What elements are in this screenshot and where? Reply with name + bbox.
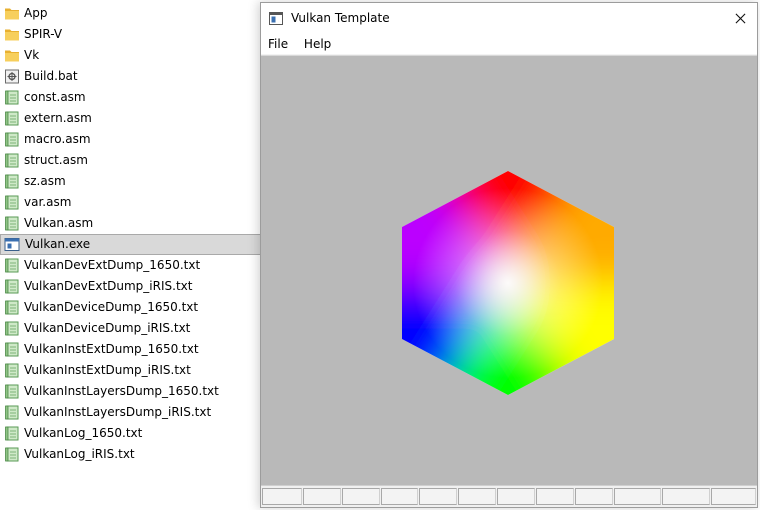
status-cell: [574, 488, 613, 505]
text-file-icon: [4, 426, 20, 441]
status-cell: [662, 488, 711, 505]
file-item[interactable]: Vk: [0, 45, 262, 66]
file-item[interactable]: sz.asm: [0, 171, 262, 192]
menu-bar: File Help: [261, 34, 757, 54]
status-cell: [262, 488, 302, 505]
status-cell: [302, 488, 341, 505]
menu-help[interactable]: Help: [298, 34, 337, 54]
text-file-icon: [4, 216, 20, 231]
status-cell: [380, 488, 419, 505]
title-bar[interactable]: Vulkan Template: [261, 3, 757, 34]
file-item[interactable]: const.asm: [0, 87, 262, 108]
status-cell: [341, 488, 380, 505]
window-title: Vulkan Template: [291, 11, 390, 25]
text-file-icon: [4, 384, 20, 399]
text-file-icon: [4, 342, 20, 357]
file-item[interactable]: VulkanDevExtDump_iRIS.txt: [0, 276, 262, 297]
file-name: const.asm: [24, 90, 86, 104]
file-item[interactable]: VulkanDeviceDump_1650.txt: [0, 297, 262, 318]
render-viewport[interactable]: [261, 55, 757, 486]
vulkan-template-window: Vulkan Template File Help: [260, 2, 758, 508]
status-cell: [711, 488, 756, 505]
file-item[interactable]: SPIR-V: [0, 24, 262, 45]
menu-file[interactable]: File: [261, 34, 294, 54]
text-file-icon: [4, 153, 20, 168]
file-name: App: [24, 6, 48, 20]
app-window-icon: [269, 12, 283, 25]
text-file-icon: [4, 174, 20, 189]
file-item[interactable]: extern.asm: [0, 108, 262, 129]
file-name: var.asm: [24, 195, 72, 209]
exe-file-icon: [4, 237, 20, 252]
file-name: SPIR-V: [24, 27, 63, 41]
folder-icon: [4, 27, 20, 42]
file-name: macro.asm: [24, 132, 91, 146]
text-file-icon: [4, 279, 20, 294]
folder-icon: [4, 48, 20, 63]
close-button[interactable]: [723, 3, 757, 34]
file-item[interactable]: VulkanDeviceDump_iRIS.txt: [0, 318, 262, 339]
file-item[interactable]: VulkanLog_1650.txt: [0, 423, 262, 444]
file-item[interactable]: VulkanLog_iRIS.txt: [0, 444, 262, 465]
file-item[interactable]: App: [0, 3, 262, 24]
file-item[interactable]: Vulkan.exe: [0, 234, 262, 255]
file-name: VulkanDevExtDump_iRIS.txt: [24, 279, 193, 293]
file-item[interactable]: VulkanInstExtDump_iRIS.txt: [0, 360, 262, 381]
file-item[interactable]: Vulkan.asm: [0, 213, 262, 234]
file-name: VulkanLog_1650.txt: [24, 426, 143, 440]
file-name: VulkanDeviceDump_iRIS.txt: [24, 321, 191, 335]
text-file-icon: [4, 300, 20, 315]
file-name: Vk: [24, 48, 40, 62]
status-cell: [419, 488, 458, 505]
file-item[interactable]: VulkanInstExtDump_1650.txt: [0, 339, 262, 360]
file-name: VulkanInstExtDump_iRIS.txt: [24, 363, 191, 377]
file-name: extern.asm: [24, 111, 92, 125]
text-file-icon: [4, 321, 20, 336]
text-file-icon: [4, 258, 20, 273]
file-name: VulkanInstExtDump_1650.txt: [24, 342, 199, 356]
rgb-color-hexagon: [402, 171, 614, 395]
text-file-icon: [4, 447, 20, 462]
file-item[interactable]: Build.bat: [0, 66, 262, 87]
text-file-icon: [4, 132, 20, 147]
file-name: VulkanDevExtDump_1650.txt: [24, 258, 201, 272]
folder-icon: [4, 6, 20, 21]
file-name: VulkanDeviceDump_1650.txt: [24, 300, 199, 314]
batch-file-icon: [4, 69, 20, 84]
file-item[interactable]: struct.asm: [0, 150, 262, 171]
file-item[interactable]: macro.asm: [0, 129, 262, 150]
file-name: Vulkan.asm: [24, 216, 94, 230]
status-cell: [497, 488, 535, 505]
file-list: App SPIR-V Vk Build.bat const.asm extern…: [0, 3, 262, 465]
status-bar: [261, 485, 757, 507]
file-name: VulkanInstLayersDump_1650.txt: [24, 384, 219, 398]
file-name: VulkanInstLayersDump_iRIS.txt: [24, 405, 212, 419]
file-name: Vulkan.exe: [25, 237, 91, 251]
file-item[interactable]: VulkanInstLayersDump_iRIS.txt: [0, 402, 262, 423]
text-file-icon: [4, 90, 20, 105]
text-file-icon: [4, 363, 20, 378]
file-item[interactable]: VulkanDevExtDump_1650.txt: [0, 255, 262, 276]
status-cell: [613, 488, 662, 505]
text-file-icon: [4, 195, 20, 210]
file-name: VulkanLog_iRIS.txt: [24, 447, 135, 461]
status-cell: [458, 488, 497, 505]
close-icon: [735, 13, 745, 24]
text-file-icon: [4, 405, 20, 420]
status-cell: [535, 488, 574, 505]
text-file-icon: [4, 111, 20, 126]
file-name: sz.asm: [24, 174, 66, 188]
file-item[interactable]: var.asm: [0, 192, 262, 213]
file-name: struct.asm: [24, 153, 88, 167]
file-item[interactable]: VulkanInstLayersDump_1650.txt: [0, 381, 262, 402]
file-name: Build.bat: [24, 69, 78, 83]
